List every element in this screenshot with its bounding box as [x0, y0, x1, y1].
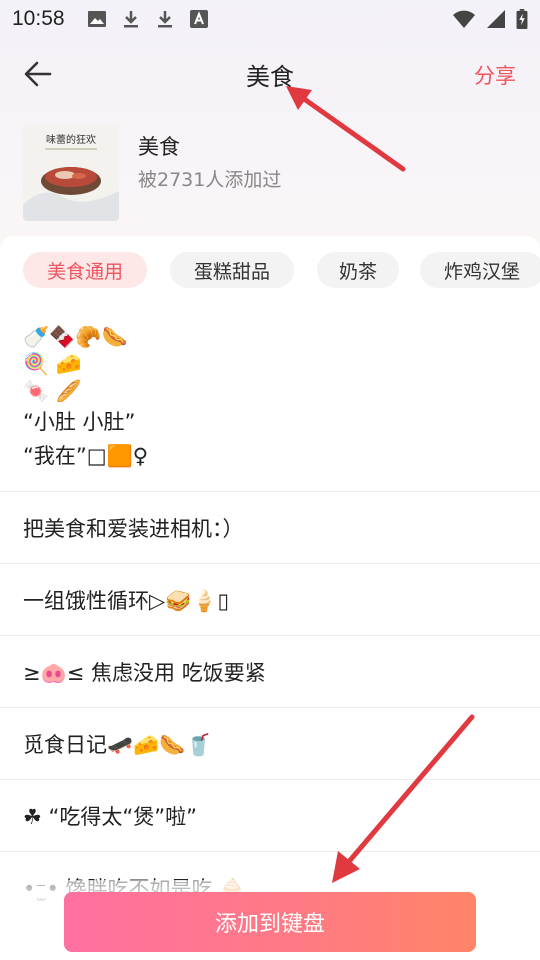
page-title: 美食 — [246, 62, 294, 91]
item-text: ≥🐽≤ 焦虑没用 吃饭要紧 — [23, 660, 266, 685]
tab-cake-dessert[interactable]: 蛋糕甜品 — [170, 252, 294, 288]
signal-icon — [487, 10, 505, 28]
battery-charging-icon — [516, 9, 528, 29]
status-bar: 10:58 — [0, 0, 540, 38]
tab-label: 蛋糕甜品 — [193, 260, 270, 283]
item-text: 一组饿性循环▷🥪🍦▯ — [23, 588, 230, 613]
download-icon — [123, 11, 138, 28]
status-time: 10:58 — [12, 7, 65, 30]
list-item[interactable]: 把美食和爱装进相机：） — [0, 492, 540, 564]
item-text: 把美食和爱装进相机：） — [23, 516, 244, 541]
tab-label: 奶茶 — [338, 260, 377, 283]
item-line: 🍭 🧀 — [23, 352, 82, 376]
item-text: 觅食日记🛹🧀🌭🥤 — [23, 732, 212, 757]
collection-title: 美食 — [138, 135, 180, 159]
list-item[interactable]: ≥🐽≤ 焦虑没用 吃饭要紧 — [0, 636, 540, 708]
collection-added-count: 被2731人添加过 — [138, 169, 282, 191]
list-item[interactable]: 🍼🍫🥐🌭 🍭 🧀 🍬 🥖 “小肚 小肚” “我在”□🟧♀ — [0, 324, 540, 492]
tab-label: 美食通用 — [46, 260, 123, 283]
item-line: “我在”□🟧♀ — [23, 444, 149, 468]
list-item[interactable]: 觅食日记🛹🧀🌭🥤 — [0, 708, 540, 780]
content-card: 美食通用 蛋糕甜品 奶茶 炸鸡汉堡 🍼🍫🥐🌭 🍭 🧀 🍬 🥖 “小肚 小肚” “… — [0, 236, 540, 960]
tab-general[interactable]: 美食通用 — [23, 252, 147, 288]
tab-fried-chicken-burger[interactable]: 炸鸡汉堡 — [420, 252, 540, 288]
image-icon — [87, 11, 106, 27]
top-nav: 美食 分享 — [0, 50, 540, 98]
wifi-icon — [453, 10, 475, 28]
collection-thumbnail: 味蕾的狂欢 — [23, 125, 119, 221]
list-item[interactable]: ☘ “吃得太“煲”啦” — [0, 780, 540, 852]
item-text: ☘ “吃得太“煲”啦” — [23, 804, 198, 829]
item-line: 🍬 🥖 — [23, 379, 82, 403]
thumbnail-caption: 味蕾的狂欢 — [46, 135, 96, 146]
share-button[interactable]: 分享 — [474, 60, 516, 90]
download-icon — [157, 11, 172, 28]
add-to-keyboard-button[interactable]: 添加到键盘 — [64, 892, 476, 952]
item-line: 🍼🍫🥐🌭 — [23, 325, 128, 349]
list-item[interactable]: 一组饿性循环▷🥪🍦▯ — [0, 564, 540, 636]
category-tabs: 美食通用 蛋糕甜品 奶茶 炸鸡汉堡 — [23, 252, 540, 288]
notification-icons — [87, 9, 209, 29]
back-arrow-icon[interactable] — [22, 58, 54, 90]
tab-milk-tea[interactable]: 奶茶 — [317, 252, 399, 288]
system-icons — [452, 9, 528, 29]
collection-info: 味蕾的狂欢 美食 被2731人添加过 — [23, 125, 523, 221]
text-icon — [189, 10, 208, 28]
tab-label: 炸鸡汉堡 — [443, 260, 520, 283]
item-line: “小肚 小肚” — [23, 410, 136, 434]
add-button-label: 添加到键盘 — [214, 912, 325, 937]
